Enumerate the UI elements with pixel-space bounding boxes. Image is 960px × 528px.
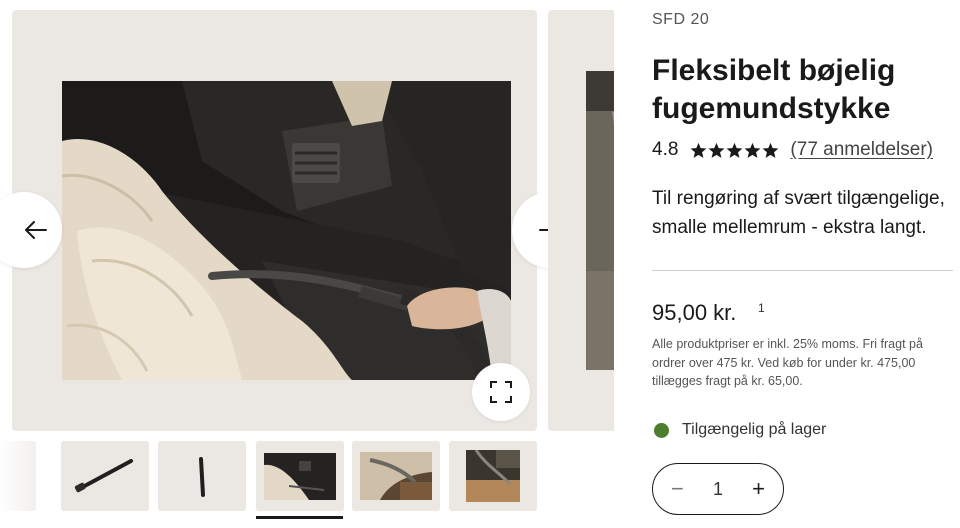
thumbnail-car-floor[interactable] bbox=[449, 441, 537, 511]
stock-status: Tilgængelig på lager bbox=[654, 421, 826, 439]
star-icon bbox=[709, 142, 725, 158]
next-slide-photo bbox=[586, 71, 614, 370]
main-slide bbox=[0, 10, 588, 431]
previous-image-button[interactable] bbox=[0, 192, 62, 268]
product-title: Fleksibelt bøjelig fugemundstykke bbox=[652, 54, 896, 125]
fullscreen-button[interactable] bbox=[472, 363, 530, 421]
next-slide-preview bbox=[548, 10, 614, 431]
product-price: 95,00 kr. bbox=[652, 300, 737, 325]
thumbnail-nozzle-angled[interactable] bbox=[61, 441, 149, 511]
rating-value: 4.8 bbox=[652, 139, 679, 160]
price-footnote: 1 bbox=[758, 301, 765, 315]
product-sku: SFD 20 bbox=[652, 11, 710, 28]
product-photo-car-interior bbox=[62, 81, 511, 380]
reviews-link[interactable]: (77 anmeldelser) bbox=[790, 139, 933, 161]
rating-stars bbox=[690, 142, 780, 159]
stock-status-label: Tilgængelig på lager bbox=[682, 421, 827, 438]
expand-icon bbox=[490, 381, 512, 403]
quantity-decrease-button[interactable]: − bbox=[671, 478, 684, 500]
product-description: Til rengøring af svært tilgængelige, sma… bbox=[652, 188, 945, 238]
divider bbox=[652, 270, 953, 271]
thumbnail-strip bbox=[0, 441, 614, 528]
arrow-left-icon bbox=[25, 221, 47, 239]
quantity-increase-button[interactable]: + bbox=[752, 478, 765, 500]
product-gallery bbox=[0, 0, 614, 528]
star-icon bbox=[691, 142, 707, 158]
quantity-value[interactable]: 1 bbox=[713, 479, 723, 500]
thumbnail-car-interior[interactable] bbox=[256, 441, 344, 511]
stock-indicator-dot bbox=[654, 422, 669, 438]
thumbnail-fade bbox=[0, 441, 60, 511]
thumbnail-nozzle-vertical[interactable] bbox=[158, 441, 246, 511]
thumbnail-car-seat[interactable] bbox=[352, 441, 440, 511]
star-icon bbox=[727, 142, 743, 158]
star-icon bbox=[745, 142, 761, 158]
quantity-stepper: − 1 + bbox=[652, 463, 784, 515]
rating-row: 4.8 (77 anmeldelser) bbox=[652, 139, 933, 161]
product-info: SFD 20 Fleksibelt bøjelig fugemundstykke… bbox=[652, 0, 953, 528]
active-thumbnail-indicator bbox=[256, 516, 343, 519]
price-info: Alle produktpriser er inkl. 25% moms. Fr… bbox=[652, 337, 923, 388]
star-icon bbox=[763, 142, 779, 158]
